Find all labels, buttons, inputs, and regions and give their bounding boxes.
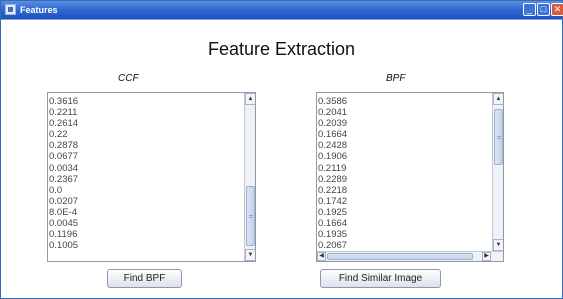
close-icon[interactable]: ✕	[551, 3, 563, 16]
list-item[interactable]: 0.2039	[318, 118, 347, 129]
list-item[interactable]: 0.0045	[49, 218, 78, 229]
list-item[interactable]: 0.2614	[49, 118, 78, 129]
list-item[interactable]: 0.1742	[318, 196, 347, 207]
ccf-list[interactable]: 0.3616 0.2211 0.2614 0.22 0.2878 0.0677 0.0034…	[47, 92, 256, 262]
list-item[interactable]: 0.0677	[49, 151, 78, 162]
list-item[interactable]: 0.2067	[318, 240, 347, 251]
list-item[interactable]: 0.3586	[318, 96, 347, 107]
list-item[interactable]: 0.3616	[49, 96, 78, 107]
ccf-scroll-thumb[interactable]	[246, 186, 255, 246]
scroll-up-icon[interactable]: ▲	[245, 93, 255, 105]
list-item[interactable]: 0.0034	[49, 163, 78, 174]
title-bar[interactable]: Features _ □ ✕	[1, 1, 563, 19]
bpf-vertical-scrollbar[interactable]: ▲ ▼	[492, 93, 503, 251]
find-bpf-button[interactable]: Find BPF	[107, 269, 182, 288]
list-item[interactable]: 0.2367	[49, 174, 78, 185]
bpf-scroll-thumb[interactable]	[494, 109, 503, 165]
list-item[interactable]: 0.2878	[49, 140, 78, 151]
list-item[interactable]: 0.1664	[318, 129, 347, 140]
scroll-down-icon[interactable]: ▼	[493, 239, 503, 251]
list-item[interactable]: 0.1935	[318, 229, 347, 240]
list-item[interactable]: 8.0E-4	[49, 207, 78, 218]
features-window: Features _ □ ✕ Feature Extraction CCF BP…	[0, 0, 563, 299]
bpf-values: 0.3586 0.2041 0.2039 0.1664 0.2428 0.1906 0.21…	[318, 96, 347, 261]
list-item[interactable]: 0.2211	[49, 107, 78, 118]
ccf-label: CCF	[118, 73, 139, 84]
list-item[interactable]: 0.1925	[318, 207, 347, 218]
list-item[interactable]: 0.22	[49, 129, 78, 140]
ccf-vertical-scrollbar[interactable]: ▲ ▼	[244, 93, 255, 261]
list-item[interactable]: 0.1196	[49, 229, 78, 240]
list-item[interactable]: 0.2041	[318, 107, 347, 118]
scroll-up-icon[interactable]: ▲	[493, 93, 503, 105]
ccf-values: 0.3616 0.2211 0.2614 0.22 0.2878 0.0677 0.0034…	[49, 96, 78, 251]
list-item[interactable]: 0.1664	[318, 218, 347, 229]
bpf-horizontal-scrollbar[interactable]: ◀ ▶	[317, 251, 503, 261]
divider	[1, 19, 562, 20]
page-title: Feature Extraction	[207, 39, 356, 59]
scroll-right-icon[interactable]: ▶	[482, 252, 491, 261]
bpf-list[interactable]: 0.3586 0.2041 0.2039 0.1664 0.2428 0.1906 0.21…	[316, 92, 504, 262]
list-item[interactable]: 0.1005	[49, 240, 78, 251]
app-icon	[5, 4, 16, 15]
minimize-icon[interactable]: _	[523, 3, 536, 16]
window-title: Features	[20, 5, 58, 15]
bpf-hscroll-thumb[interactable]	[327, 253, 473, 260]
find-similar-image-button[interactable]: Find Similar Image	[320, 269, 441, 288]
maximize-icon[interactable]: □	[537, 3, 550, 16]
list-item[interactable]: 0.2289	[318, 174, 347, 185]
bpf-label: BPF	[386, 73, 406, 84]
list-item[interactable]: 0.0207	[49, 196, 78, 207]
list-item[interactable]: 0.2218	[318, 185, 347, 196]
list-item[interactable]: 0.1906	[318, 151, 347, 162]
list-item[interactable]: 0.0	[49, 185, 78, 196]
list-item[interactable]: 0.2119	[318, 163, 347, 174]
scroll-left-icon[interactable]: ◀	[317, 252, 326, 261]
scroll-down-icon[interactable]: ▼	[245, 249, 255, 261]
list-item[interactable]: 0.2428	[318, 140, 347, 151]
